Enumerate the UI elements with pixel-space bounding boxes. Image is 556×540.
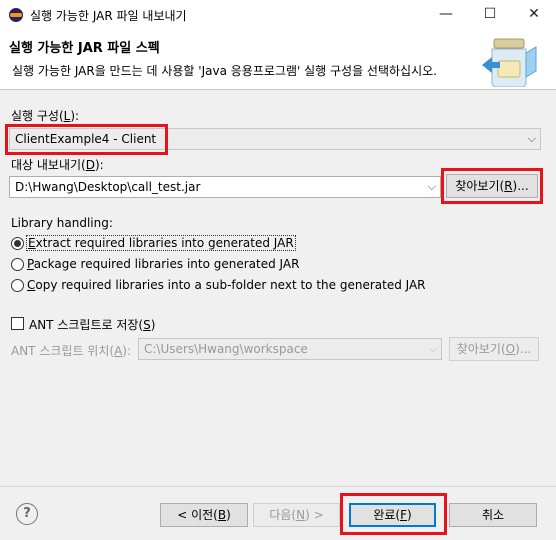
maximize-button[interactable]: ☐ [468, 0, 512, 30]
radio-package[interactable] [11, 258, 24, 271]
launch-config-label: 실행 구성(L): [11, 109, 80, 123]
eclipse-icon [9, 8, 23, 22]
library-option-extract[interactable]: Extract required libraries into generate… [11, 235, 311, 252]
window-title: 실행 가능한 JAR 파일 내보내기 [30, 9, 187, 23]
radio-extract[interactable] [11, 237, 24, 250]
ant-browse-button: 찾아보기(O)... [449, 337, 539, 361]
wizard-banner: 실행 가능한 JAR 파일 스펙 실행 가능한 JAR을 만드는 데 사용할 '… [0, 30, 556, 90]
banner-title: 실행 가능한 JAR 파일 스펙 [9, 41, 160, 56]
ant-location-label: ANT 스크립트 위치(A): [11, 344, 132, 358]
help-icon[interactable]: ? [16, 503, 38, 525]
chevron-down-icon: ⌵ [428, 342, 437, 355]
highlight-launch-config [5, 124, 168, 155]
highlight-finish [340, 493, 447, 535]
export-dest-input[interactable]: D:\Hwang\Desktop\call_test.jar ⌵ [9, 176, 441, 198]
ant-location-value: C:\Users\Hwang\workspace [144, 342, 308, 356]
radio-copy[interactable] [11, 279, 24, 292]
ant-save-label: ANT 스크립트로 저장(S) [29, 318, 156, 332]
export-dest-value: D:\Hwang\Desktop\call_test.jar [15, 180, 201, 194]
cancel-button[interactable]: 취소 [449, 503, 537, 527]
back-button[interactable]: < 이전(B) [160, 503, 248, 527]
next-button: 다음(N) > [253, 503, 340, 527]
chevron-down-icon[interactable]: ⌵ [428, 180, 436, 194]
minimize-button[interactable]: — [424, 0, 468, 30]
library-option-label: Package required libraries into generate… [27, 257, 300, 271]
banner-description: 실행 가능한 JAR을 만드는 데 사용할 'Java 응용프로그램' 실행 구… [12, 64, 437, 78]
library-option-copy[interactable]: Copy required libraries into a sub-folde… [11, 278, 426, 294]
highlight-browse [441, 168, 543, 204]
chevron-down-icon: ⌵ [527, 132, 536, 145]
library-option-label: Extract required libraries into generate… [26, 235, 296, 251]
title-bar: 실행 가능한 JAR 파일 내보내기 — ☐ ✕ [0, 0, 556, 30]
library-option-package[interactable]: Package required libraries into generate… [11, 257, 311, 273]
library-option-label: Copy required libraries into a sub-folde… [27, 278, 426, 292]
library-handling-heading: Library handling: [11, 216, 113, 230]
export-dest-label: 대상 내보내기(D): [11, 158, 104, 172]
jar-export-icon [480, 35, 540, 87]
ant-save-option[interactable]: ANT 스크립트로 저장(S) [11, 316, 211, 332]
ant-save-checkbox[interactable] [11, 317, 24, 330]
ant-location-select: C:\Users\Hwang\workspace ⌵ [138, 338, 442, 360]
footer-separator [0, 486, 556, 487]
close-button[interactable]: ✕ [512, 0, 556, 30]
